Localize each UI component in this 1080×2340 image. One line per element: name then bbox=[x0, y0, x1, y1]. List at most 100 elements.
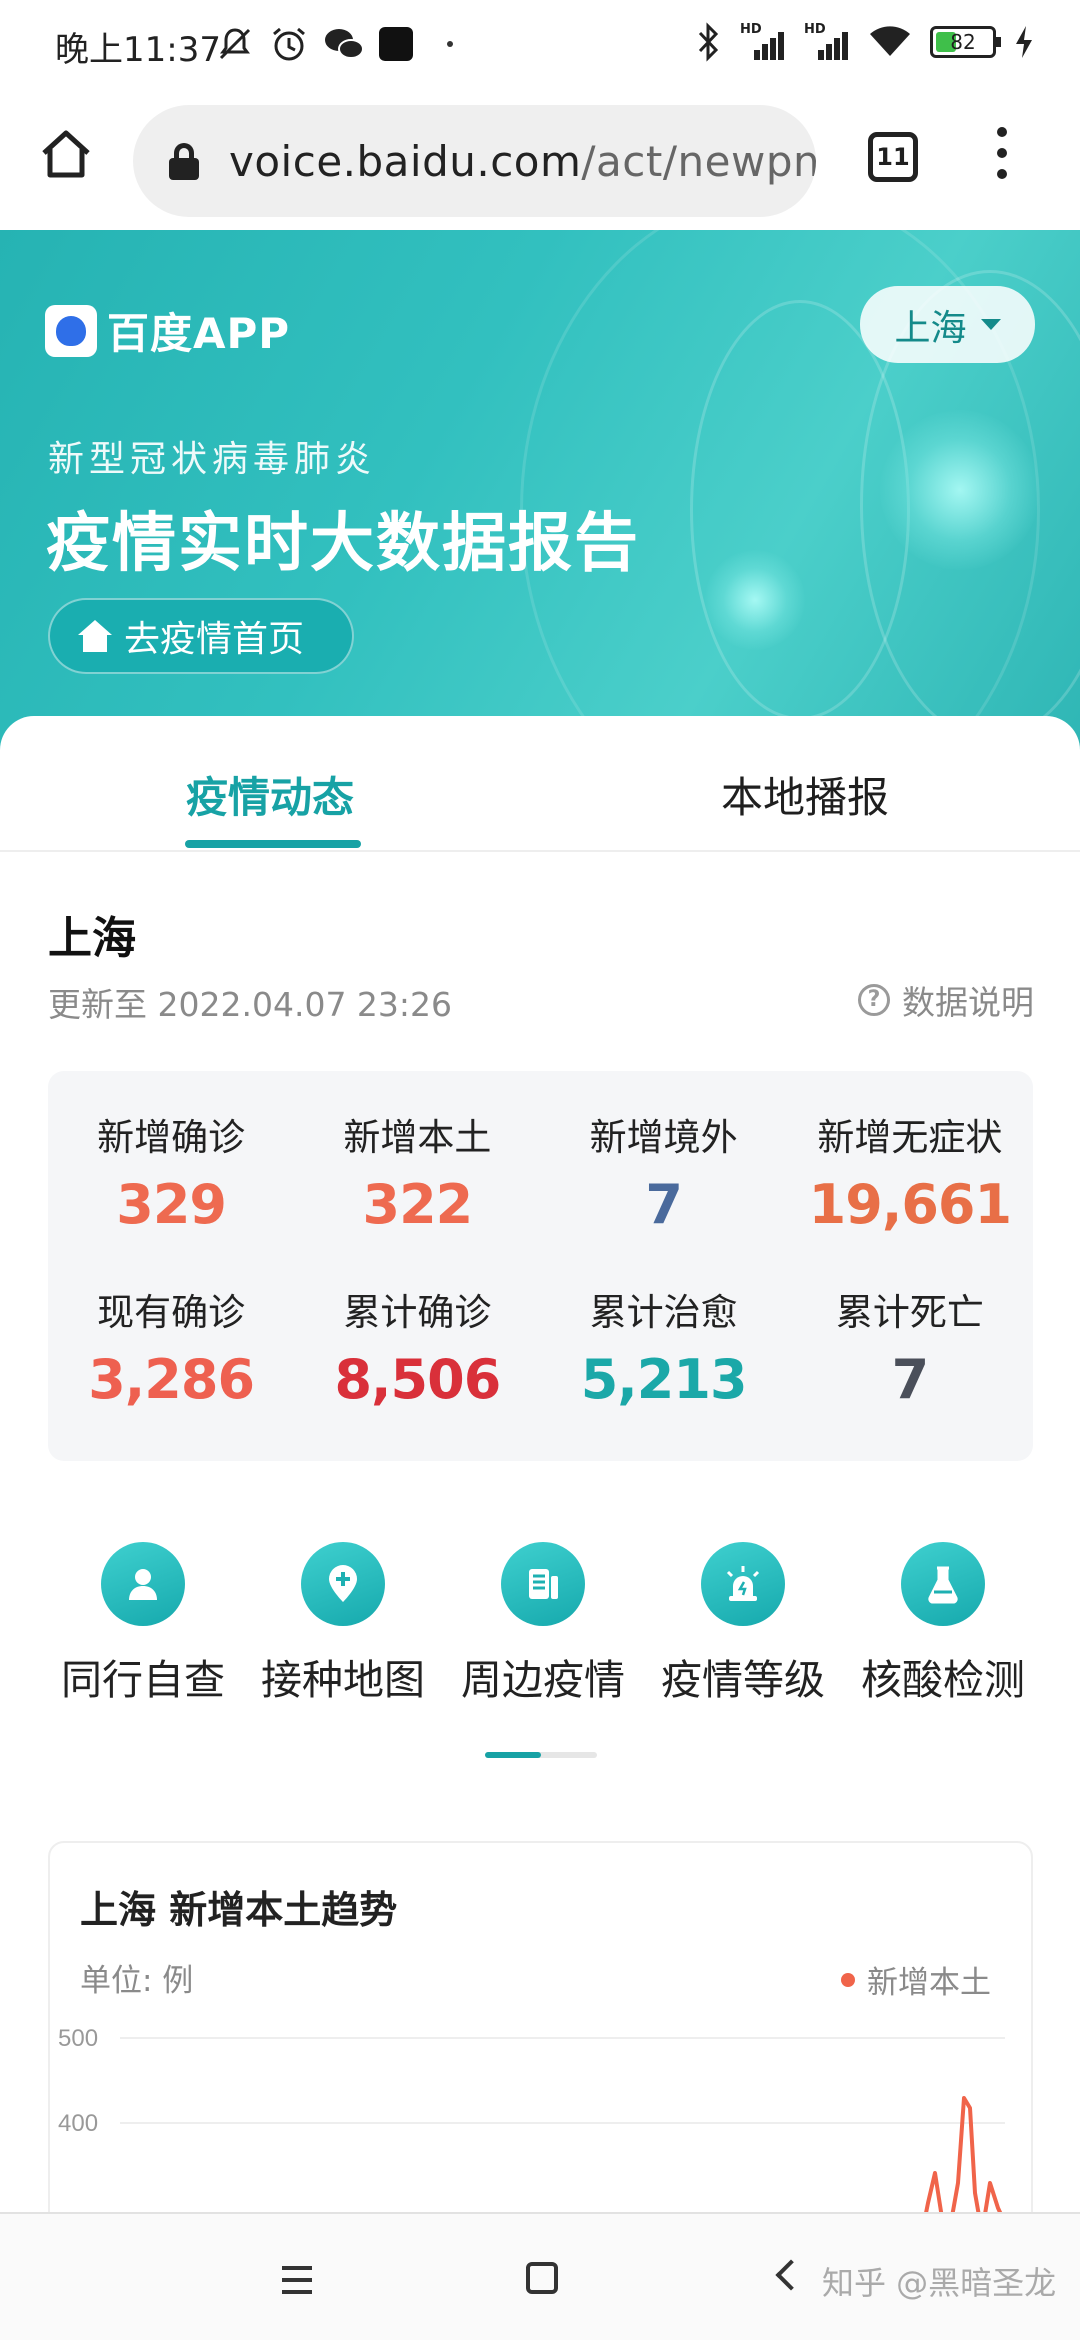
url-text[interactable]: voice.baidu.com/act/newpne bbox=[229, 137, 816, 186]
stat-current-confirmed: 现有确诊 3,286 bbox=[48, 1268, 294, 1443]
back-icon[interactable] bbox=[775, 2259, 807, 2291]
y-tick-label: 400 bbox=[58, 2110, 98, 2137]
baidu-paw-icon bbox=[45, 304, 97, 357]
tab-switcher-button[interactable]: 11 bbox=[868, 132, 918, 182]
content-sheet: 疫情动态 本地播报 上海 更新至 2022.04.07 23:26 ? 数据说明… bbox=[0, 716, 1080, 2241]
region-title: 上海 bbox=[48, 913, 136, 964]
stat-label: 累计确诊 bbox=[343, 1291, 492, 1334]
stat-label: 现有确诊 bbox=[97, 1291, 246, 1334]
updated-time: 更新至 2022.04.07 23:26 bbox=[48, 985, 453, 1024]
recent-apps-icon[interactable] bbox=[282, 2266, 312, 2302]
stat-value: 5,213 bbox=[580, 1348, 748, 1411]
trend-chart: 500 400 bbox=[58, 2025, 1007, 2239]
trend-unit: 单位: 例 bbox=[80, 1963, 194, 1999]
legend-label: 新增本土 bbox=[867, 1965, 991, 2001]
flask-icon bbox=[901, 1542, 985, 1626]
tab-local-report[interactable]: 本地播报 bbox=[721, 764, 889, 825]
tab-bar: 疫情动态 本地播报 bbox=[0, 716, 1080, 852]
quick-link-label: 接种地图 bbox=[261, 1656, 425, 1704]
stat-value: 7 bbox=[891, 1348, 930, 1411]
caret-down-icon bbox=[980, 319, 1001, 330]
status-right-icons: HD HD 82 bbox=[696, 22, 1034, 62]
stat-value: 322 bbox=[362, 1173, 474, 1236]
quick-links: 同行自查 接种地图 周边疫情 疫情等级 核酸检测 bbox=[48, 1542, 1038, 1706]
quick-link-risk-level[interactable]: 疫情等级 bbox=[648, 1542, 838, 1706]
stat-new-asymptomatic: 新增无症状 19,661 bbox=[787, 1093, 1033, 1268]
stat-value: 7 bbox=[645, 1173, 683, 1236]
house-icon bbox=[78, 620, 112, 652]
status-bar: 晚上11:37 HD HD 82 bbox=[0, 0, 1080, 95]
quick-link-label: 周边疫情 bbox=[461, 1656, 625, 1704]
quick-link-nucleic-test[interactable]: 核酸检测 bbox=[848, 1542, 1038, 1706]
location-plus-icon bbox=[301, 1542, 385, 1626]
signal-icon-2: HD bbox=[804, 22, 850, 60]
quick-links-pager bbox=[485, 1752, 597, 1758]
quick-link-trip-check[interactable]: 同行自查 bbox=[48, 1542, 238, 1706]
address-bar[interactable]: voice.baidu.com/act/newpne bbox=[133, 105, 816, 217]
stat-value: 329 bbox=[116, 1173, 227, 1236]
stat-total-recovered: 累计治愈 5,213 bbox=[541, 1268, 787, 1443]
stat-label: 新增本土 bbox=[343, 1116, 492, 1159]
baidu-app-brand: 百度APP bbox=[45, 300, 290, 361]
stat-new-imported: 新增境外 7 bbox=[541, 1093, 787, 1268]
epidemic-home-label: 去疫情首页 bbox=[124, 619, 305, 660]
wechat-icon bbox=[325, 29, 364, 59]
question-icon: ? bbox=[858, 984, 890, 1016]
y-tick-label: 500 bbox=[58, 2025, 98, 2052]
url-path: /act/newpne bbox=[581, 136, 816, 186]
quick-link-label: 同行自查 bbox=[61, 1656, 225, 1704]
watermark: 知乎 @黑暗圣龙 bbox=[822, 2264, 1057, 2302]
stat-value: 3,286 bbox=[88, 1348, 255, 1411]
brand-name: 百度APP bbox=[107, 309, 291, 358]
stat-total-confirmed: 累计确诊 8,506 bbox=[294, 1268, 540, 1443]
more-menu-icon[interactable] bbox=[992, 127, 1012, 187]
battery-icon: 82 bbox=[930, 26, 1001, 58]
tab-epidemic-news[interactable]: 疫情动态 bbox=[186, 764, 354, 825]
epidemic-home-button[interactable]: 去疫情首页 bbox=[48, 598, 354, 674]
quick-link-vaccine-map[interactable]: 接种地图 bbox=[248, 1542, 438, 1706]
banner-subtitle: 新型冠状病毒肺炎 bbox=[48, 439, 377, 480]
status-left-icons bbox=[215, 24, 453, 64]
mute-icon bbox=[219, 28, 251, 60]
city-name: 上海 bbox=[894, 307, 967, 349]
stat-label: 新增确诊 bbox=[97, 1116, 246, 1159]
trend-title: 上海 新增本土趋势 bbox=[80, 1888, 398, 1932]
stat-label: 累计治愈 bbox=[589, 1291, 738, 1334]
document-icon bbox=[501, 1542, 585, 1626]
browser-toolbar: voice.baidu.com/act/newpne 11 bbox=[0, 95, 1080, 230]
stat-value: 19,661 bbox=[808, 1173, 1012, 1236]
trend-card: 上海 新增本土趋势 单位: 例 新增本土 500 400 bbox=[48, 1841, 1033, 2241]
city-selector[interactable]: 上海 bbox=[860, 286, 1035, 363]
home-nav-icon[interactable] bbox=[526, 2262, 558, 2294]
quick-link-nearby[interactable]: 周边疫情 bbox=[448, 1542, 638, 1706]
banner: 百度APP 上海 新型冠状病毒肺炎 疫情实时大数据报告 去疫情首页 bbox=[0, 230, 1080, 750]
data-explain-link[interactable]: ? 数据说明 bbox=[858, 976, 1034, 1024]
alarm-light-icon bbox=[701, 1542, 785, 1626]
stat-label: 累计死亡 bbox=[835, 1291, 984, 1334]
stats-grid: 新增确诊 329 新增本土 322 新增境外 7 新增无症状 19,661 现有确诊 3,… bbox=[48, 1071, 1033, 1461]
banner-title: 疫情实时大数据报告 bbox=[46, 507, 640, 581]
lock-icon bbox=[169, 143, 199, 180]
url-host: voice.baidu.com bbox=[229, 136, 582, 186]
chart-legend[interactable]: 新增本土 bbox=[841, 1957, 991, 2002]
stat-new-confirmed: 新增确诊 329 bbox=[48, 1093, 294, 1268]
system-navbar: 知乎 @黑暗圣龙 bbox=[0, 2212, 1080, 2340]
legend-dot bbox=[841, 1972, 855, 1987]
stat-label: 新增境外 bbox=[589, 1116, 738, 1159]
stat-value: 8,506 bbox=[334, 1348, 501, 1411]
data-explain-label: 数据说明 bbox=[902, 983, 1034, 1022]
wifi-icon bbox=[870, 26, 910, 56]
virus-illustration-large bbox=[880, 410, 1040, 570]
virus-illustration-small bbox=[705, 550, 805, 650]
home-icon[interactable] bbox=[36, 125, 96, 185]
app-icon bbox=[379, 27, 413, 61]
stat-label: 新增无症状 bbox=[817, 1116, 1003, 1159]
tab-active-indicator bbox=[185, 840, 361, 848]
bluetooth-icon bbox=[698, 22, 719, 62]
status-time: 晚上11:37 bbox=[55, 30, 221, 70]
charging-icon bbox=[1016, 26, 1032, 58]
person-icon bbox=[101, 1542, 185, 1626]
signal-icon: HD bbox=[740, 22, 786, 60]
stat-new-local: 新增本土 322 bbox=[294, 1093, 540, 1268]
dot-icon bbox=[447, 41, 453, 47]
